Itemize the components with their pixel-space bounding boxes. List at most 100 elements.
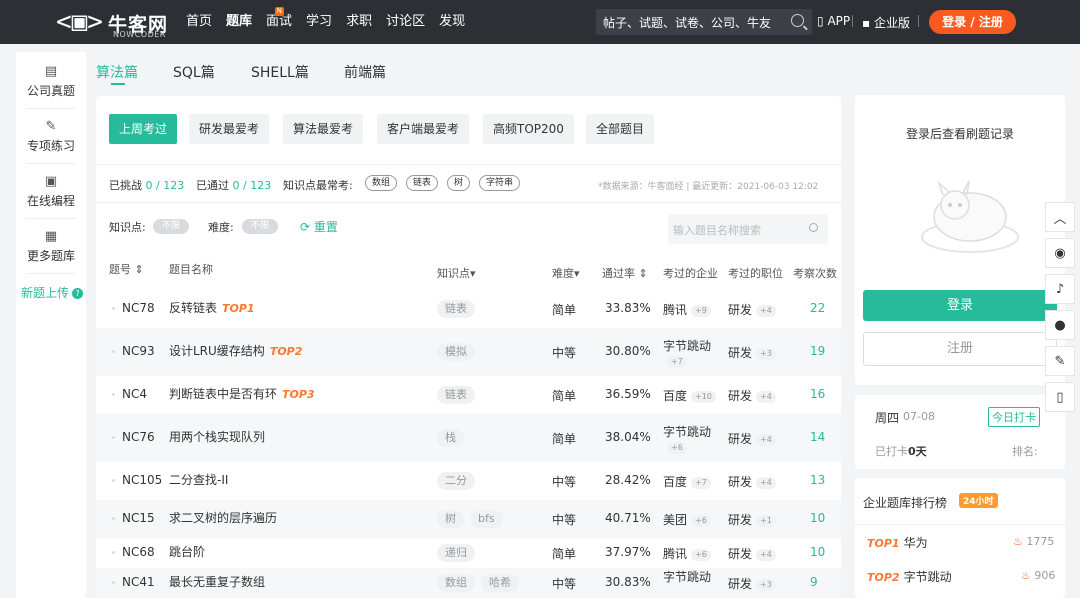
search-icon[interactable]	[791, 14, 804, 27]
checkin-button[interactable]: 今日打卡	[988, 407, 1040, 427]
job-more[interactable]: +4	[756, 434, 776, 446]
col-header-difficulty[interactable]: 难度▾	[552, 265, 580, 281]
company-more[interactable]: +6	[667, 442, 687, 454]
problem-title[interactable]: 设计LRU缓存结构 TOP2	[169, 342, 302, 359]
company-more[interactable]: +9	[691, 305, 711, 317]
edit-icon[interactable]: ✎	[1045, 346, 1075, 376]
register-button[interactable]: 注册	[863, 332, 1057, 366]
job-more[interactable]: +3	[756, 348, 776, 360]
enterprise-link[interactable]: ▪ 企业版	[862, 14, 910, 31]
filter-tab-dev[interactable]: 研发最爱考	[189, 114, 270, 144]
logo[interactable]: <▣> 牛客网 NOWCODER	[56, 7, 176, 39]
kp-filter-select[interactable]: 不限	[153, 219, 189, 234]
problem-title[interactable]: 判断链表中是否有环 TOP3	[169, 385, 315, 402]
nav-item-jobs[interactable]: 求职	[346, 0, 372, 44]
col-header-id[interactable]: 题号 ⇕	[109, 261, 144, 277]
job-more[interactable]: +4	[756, 391, 776, 403]
company-more[interactable]: +7	[667, 356, 687, 368]
hot-count: ♨ 906	[1021, 569, 1055, 582]
search-icon[interactable]	[809, 223, 818, 232]
new-upload-link[interactable]: 新题上传?	[21, 284, 84, 301]
kp-tag[interactable]: 链表	[437, 386, 475, 404]
filter-tab-top200[interactable]: 高频TOP200	[483, 114, 574, 144]
kp-tag[interactable]: 递归	[437, 544, 475, 562]
nav-item-discover[interactable]: 发现	[439, 0, 465, 44]
job-more[interactable]: +1	[756, 515, 776, 527]
kp-chip[interactable]: 字符串	[479, 175, 521, 191]
company-more[interactable]: +6	[691, 515, 711, 527]
table-row[interactable]: NC76 用两个栈实现队列 栈 简单 38.04% 字节跳动 +6 研发 +4 14	[96, 414, 841, 462]
nav-item-library[interactable]: 题库	[226, 0, 252, 44]
nav-item-forum[interactable]: 讨论区	[386, 0, 425, 44]
col-header-kp[interactable]: 知识点▾	[437, 265, 476, 281]
kp-chip[interactable]: 树	[447, 175, 471, 191]
problem-search-input[interactable]: 输入题目名称搜索	[668, 214, 828, 244]
filter-tab-algo[interactable]: 算法最爱考	[283, 114, 364, 144]
job-more[interactable]: +4	[756, 549, 776, 561]
problem-title[interactable]: 二分查找-II	[169, 471, 228, 488]
difficulty-filter-select[interactable]: 不限	[242, 219, 278, 234]
tab-algorithm[interactable]: 算法篇	[96, 62, 138, 82]
reset-button[interactable]: ⟳ 重置	[300, 218, 338, 235]
weibo-icon[interactable]: ◉	[1045, 238, 1075, 268]
kp-tag[interactable]: 二分	[437, 472, 475, 490]
sidebar-item-more[interactable]: ▦ 更多题库	[16, 229, 86, 264]
company-more[interactable]: +7	[691, 477, 711, 489]
sidebar-item-company[interactable]: ▤ 公司真题	[16, 64, 86, 99]
fire-icon: ♨	[1013, 535, 1023, 548]
problem-title[interactable]: 跳台阶	[169, 543, 205, 560]
kp-tag[interactable]: 栈	[437, 429, 464, 447]
problem-title[interactable]: 求二叉树的层序遍历	[169, 509, 277, 526]
kp-chip[interactable]: 数组	[365, 175, 398, 191]
ranking-item[interactable]: TOP2 字节跳动	[867, 568, 952, 585]
ranking-item[interactable]: TOP1 华为	[867, 534, 928, 551]
global-search-input[interactable]: 帖子、试题、试卷、公司、牛友	[596, 9, 812, 35]
nav-item-learn[interactable]: 学习	[306, 0, 332, 44]
table-row[interactable]: NC68 跳台阶 递归 简单 37.97% 腾讯 +6 研发 +4 10	[96, 538, 841, 568]
job-more[interactable]: +4	[756, 477, 776, 489]
kp-tag[interactable]: bfs	[470, 510, 503, 528]
exam-count: 13	[810, 473, 826, 487]
tab-frontend[interactable]: 前端篇	[344, 62, 386, 82]
sidebar-item-practice[interactable]: ✎ 专项练习	[16, 119, 86, 154]
wechat-icon[interactable]: ●	[1045, 310, 1075, 340]
col-header-rate[interactable]: 通过率 ⇕	[602, 265, 648, 281]
nav-item-home[interactable]: 首页	[186, 0, 212, 44]
table-row[interactable]: NC105 二分查找-II 二分 中等 28.42% 百度 +7 研发 +4 13	[96, 462, 841, 500]
kp-tag[interactable]: 模拟	[437, 343, 475, 361]
login-button[interactable]: 登录	[863, 290, 1057, 321]
filter-tab-last-week[interactable]: 上周考过	[109, 114, 178, 144]
table-row[interactable]: NC4 判断链表中是否有环 TOP3 链表 简单 36.59% 百度 +10 研发 +4 16	[96, 376, 841, 414]
mobile-icon[interactable]: ▯	[1045, 382, 1075, 412]
filter-tab-client[interactable]: 客户端最爱考	[377, 114, 470, 144]
table-row[interactable]: NC93 设计LRU缓存结构 TOP2 模拟 中等 30.80% 字节跳动 +7 研发 +3 19	[96, 328, 841, 376]
tab-sql[interactable]: SQL篇	[173, 62, 215, 82]
kp-tag[interactable]: 哈希	[481, 574, 519, 592]
kp-chip[interactable]: 链表	[406, 175, 439, 191]
job-more[interactable]: +4	[756, 305, 776, 317]
job: 研发 +4	[728, 430, 776, 447]
nav-item-interview[interactable]: 面试 N	[266, 0, 292, 44]
problem-title[interactable]: 最长无重复子数组	[169, 573, 265, 590]
kp-tag[interactable]: 数组	[437, 574, 475, 592]
company-more[interactable]: +10	[691, 391, 716, 403]
problem-title[interactable]: 反转链表 TOP1	[169, 299, 255, 316]
back-to-top-icon[interactable]: ︿	[1045, 202, 1075, 232]
job-more[interactable]: +3	[756, 579, 776, 591]
help-icon[interactable]: ?	[72, 288, 84, 299]
table-row[interactable]: NC15 求二叉树的层序遍历 树 bfs 中等 40.71% 美团 +6 研发 +1 10	[96, 500, 841, 538]
status-dot	[112, 350, 115, 353]
kp-tag[interactable]: 树	[437, 510, 464, 528]
table-row[interactable]: NC41 最长无重复子数组 数组 哈希 中等 30.83% 字节跳动 研发 +3 9	[96, 568, 841, 598]
company-more[interactable]: +6	[691, 549, 711, 561]
sidebar-item-coding[interactable]: ▣ 在线编程	[16, 174, 86, 209]
app-link[interactable]: ▯ APP	[817, 14, 850, 28]
table-row[interactable]: NC78 反转链表 TOP1 链表 简单 33.83% 腾讯 +9 研发 +4 22	[96, 290, 841, 328]
kp-tag[interactable]: 链表	[437, 300, 475, 318]
login-register-button[interactable]: 登录 / 注册	[929, 10, 1016, 34]
filter-tab-all[interactable]: 全部题目	[586, 114, 655, 144]
bell-icon[interactable]: ♪	[1045, 274, 1075, 304]
problem-title[interactable]: 用两个栈实现队列	[169, 428, 265, 445]
exam-count: 19	[810, 344, 826, 358]
tab-shell[interactable]: SHELL篇	[251, 62, 309, 82]
